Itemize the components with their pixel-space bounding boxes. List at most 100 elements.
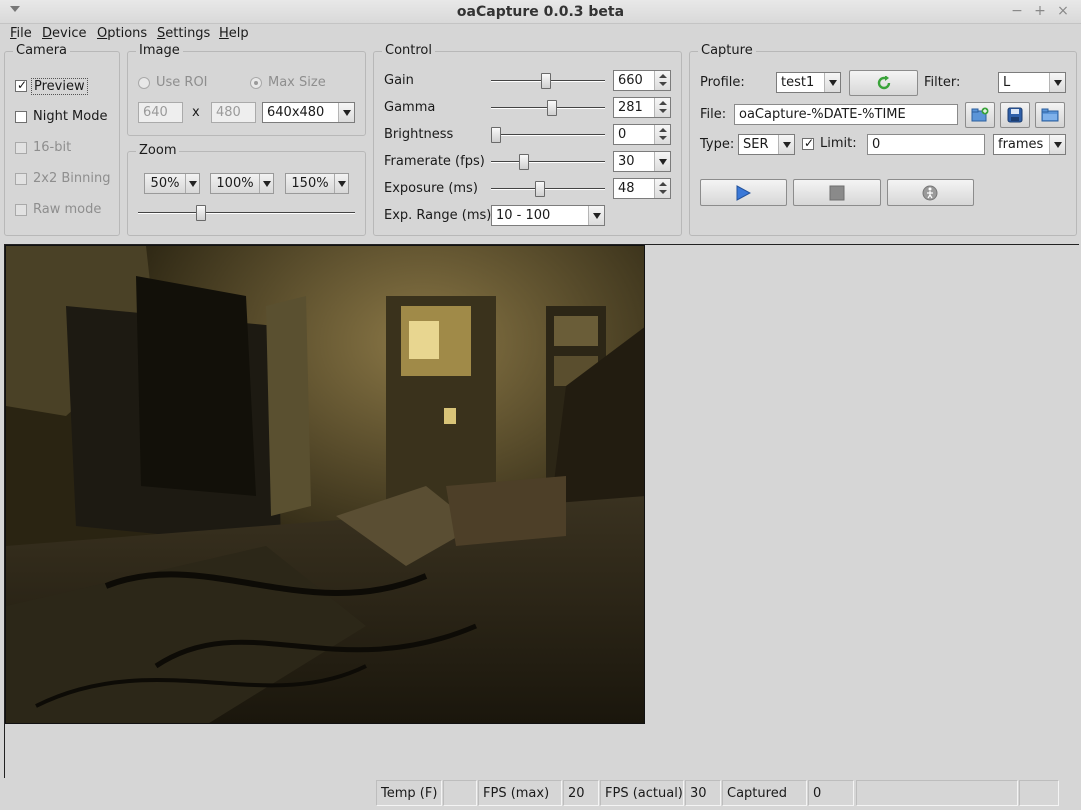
limit-unit-select[interactable]: frames: [993, 134, 1066, 155]
file-label: File:: [700, 107, 727, 122]
chevron-down-icon[interactable]: [334, 174, 348, 193]
new-folder-button[interactable]: [965, 102, 995, 128]
type-value: SER: [743, 137, 769, 152]
gamma-spinbox[interactable]: 281: [613, 97, 671, 118]
title-bar: oaCapture 0.0.3 beta − + ×: [0, 0, 1081, 24]
menu-options[interactable]: Options: [97, 26, 147, 41]
gamma-slider[interactable]: [491, 100, 605, 116]
menu-help[interactable]: Help: [219, 26, 249, 41]
save-icon: [1007, 107, 1023, 123]
brightness-slider-handle[interactable]: [491, 127, 501, 143]
captured-label: Captured: [722, 780, 807, 806]
exposure-slider[interactable]: [491, 181, 605, 197]
zoom-100-button[interactable]: 100%: [210, 173, 274, 194]
limit-checkbox[interactable]: ✓: [802, 136, 814, 150]
preview-label[interactable]: Preview: [31, 78, 88, 95]
gain-spinbox[interactable]: 660: [613, 70, 671, 91]
framerate-slider-handle[interactable]: [519, 154, 529, 170]
minimize-icon[interactable]: −: [1008, 3, 1026, 19]
limit-value-input[interactable]: 0: [867, 134, 985, 155]
spin-arrows-icon[interactable]: [654, 125, 670, 144]
spin-arrows-icon[interactable]: [654, 71, 670, 90]
roi-x-separator: x: [192, 105, 200, 120]
menu-device[interactable]: Device: [42, 26, 86, 41]
check-icon: ✓: [17, 78, 28, 92]
gain-value: 660: [618, 73, 643, 88]
brightness-spinbox[interactable]: 0: [613, 124, 671, 145]
fps-actual-label: FPS (actual): [600, 780, 684, 806]
gain-slider-handle[interactable]: [541, 73, 551, 89]
status-bar: Temp (F) FPS (max) 20 FPS (actual) 30 Ca…: [0, 778, 1081, 810]
gain-label: Gain: [384, 73, 414, 88]
gain-slider[interactable]: [491, 73, 605, 89]
exp-range-select[interactable]: 10 - 100: [491, 205, 605, 226]
fps-max-label: FPS (max): [478, 780, 562, 806]
resolution-select[interactable]: 640x480: [262, 102, 355, 123]
zoom-150-label: 150%: [291, 176, 329, 191]
menu-file-label: ile: [16, 26, 32, 41]
16bit-label: 16-bit: [33, 140, 72, 155]
night-mode-checkbox[interactable]: [15, 111, 27, 123]
open-folder-button[interactable]: [1035, 102, 1065, 128]
folder-icon: [1041, 108, 1059, 122]
raw-mode-checkbox: [15, 204, 27, 216]
chevron-down-icon: [654, 152, 670, 171]
menu-options-label: ptions: [107, 26, 148, 41]
filter-label: Filter:: [924, 75, 961, 90]
framerate-slider[interactable]: [491, 154, 605, 170]
zoom-slider-track: [138, 212, 355, 214]
chevron-down-icon[interactable]: [259, 174, 273, 193]
zoom-group-title: Zoom: [136, 143, 180, 158]
capture-group: Capture Profile: test1 Filter: L File: o…: [689, 43, 1077, 236]
chevron-down-icon: [778, 135, 794, 154]
gamma-slider-handle[interactable]: [547, 100, 557, 116]
gamma-value: 281: [618, 100, 643, 115]
spin-arrows-icon[interactable]: [654, 179, 670, 198]
reload-profile-button[interactable]: [849, 70, 918, 96]
binning-checkbox: [15, 173, 27, 185]
start-capture-button[interactable]: [700, 179, 787, 206]
close-icon[interactable]: ×: [1054, 3, 1072, 19]
zoom-slider[interactable]: [138, 205, 355, 221]
profile-value: test1: [781, 75, 815, 90]
camera-group: Camera ✓ Preview Night Mode 16-bit 2x2 B…: [4, 43, 120, 236]
menu-settings[interactable]: Settings: [157, 26, 210, 41]
spin-arrows-icon[interactable]: [654, 98, 670, 117]
fps-max-value: 20: [563, 780, 599, 806]
use-roi-label: Use ROI: [156, 75, 208, 90]
zoom-50-button[interactable]: 50%: [144, 173, 200, 194]
status-extra: [1019, 780, 1059, 806]
folder-add-icon: [971, 107, 989, 122]
type-label: Type:: [700, 137, 735, 152]
zoom-150-button[interactable]: 150%: [285, 173, 349, 194]
menu-file[interactable]: File: [10, 26, 32, 41]
profile-select[interactable]: test1: [776, 72, 841, 93]
zoom-slider-handle[interactable]: [196, 205, 206, 221]
roi-height-input: 480: [211, 102, 256, 123]
play-icon: [736, 185, 751, 201]
framerate-select[interactable]: 30: [613, 151, 671, 172]
preview-checkbox[interactable]: ✓: [15, 78, 28, 92]
brightness-slider[interactable]: [491, 127, 605, 143]
filter-value: L: [1003, 75, 1011, 90]
autorun-button[interactable]: [887, 179, 974, 206]
stop-capture-button[interactable]: [793, 179, 881, 206]
type-select[interactable]: SER: [738, 134, 795, 155]
raw-mode-label: Raw mode: [33, 202, 102, 217]
night-mode-label[interactable]: Night Mode: [33, 109, 107, 124]
exposure-slider-track: [491, 188, 605, 190]
max-size-radio: [250, 77, 262, 89]
file-template-input[interactable]: oaCapture-%DATE-%TIME: [734, 104, 958, 125]
temp-value: [443, 780, 477, 806]
camera-group-title: Camera: [13, 43, 71, 58]
filter-select[interactable]: L: [998, 72, 1066, 93]
image-group-title: Image: [136, 43, 183, 58]
exposure-spinbox[interactable]: 48: [613, 178, 671, 199]
exposure-slider-handle[interactable]: [535, 181, 545, 197]
chevron-down-icon: [588, 206, 604, 225]
menu-help-label: elp: [228, 26, 249, 41]
fps-actual-value: 30: [685, 780, 721, 806]
save-button[interactable]: [1000, 102, 1030, 128]
maximize-icon[interactable]: +: [1031, 3, 1049, 19]
chevron-down-icon[interactable]: [185, 174, 199, 193]
